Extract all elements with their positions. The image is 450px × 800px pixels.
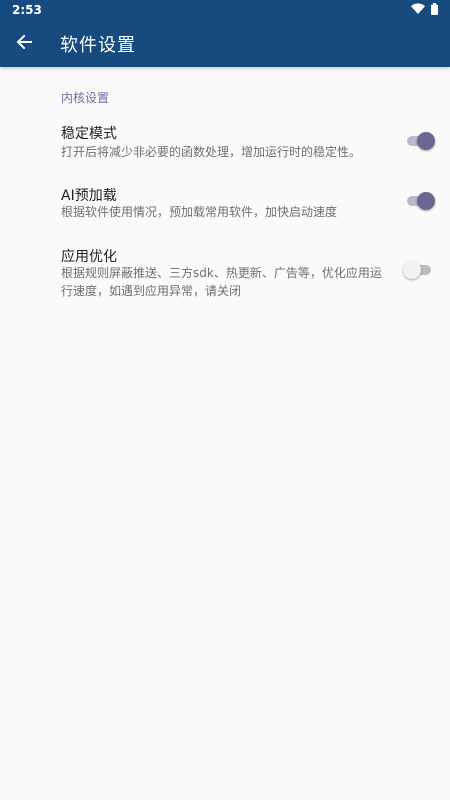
status-time: 2:53: [12, 3, 42, 17]
pref-app-optimize[interactable]: 应用优化 根据规则屏蔽推送、三方sdk、热更新、广告等，优化应用运行速度，如遇到…: [0, 244, 450, 302]
pref-summary: 根据规则屏蔽推送、三方sdk、热更新、广告等，优化应用运行速度，如遇到应用异常，…: [61, 266, 382, 298]
status-icons: [411, 2, 438, 18]
ai-preload-switch[interactable]: [407, 190, 435, 212]
stable-mode-switch[interactable]: [407, 130, 435, 152]
pref-title: AI预加载: [61, 188, 117, 204]
pref-summary: 根据软件使用情况，预加载常用软件，加快启动速度: [61, 205, 338, 219]
switch-thumb: [417, 192, 435, 210]
pref-summary: 打开后将减少非必要的函数处理，增加运行时的稳定性。: [61, 145, 362, 159]
wifi-icon: [411, 3, 425, 17]
section-header-kernel: 内核设置: [61, 91, 110, 105]
status-bar: 2:53: [0, 0, 450, 20]
pref-title: 应用优化: [61, 249, 117, 265]
battery-icon: [431, 2, 438, 18]
switch-thumb: [403, 261, 421, 279]
app-bar: 软件设置: [0, 20, 450, 67]
arrow-left-icon: [15, 33, 33, 55]
switch-thumb: [417, 132, 435, 150]
pref-title: 稳定模式: [61, 126, 117, 142]
pref-stable-mode[interactable]: 稳定模式 打开后将减少非必要的函数处理，增加运行时的稳定性。: [0, 121, 450, 161]
back-button[interactable]: [12, 32, 36, 56]
page-title: 软件设置: [60, 34, 136, 56]
app-optimize-switch[interactable]: [403, 259, 433, 281]
pref-ai-preload[interactable]: AI预加载 根据软件使用情况，预加载常用软件，加快启动速度: [0, 183, 450, 223]
